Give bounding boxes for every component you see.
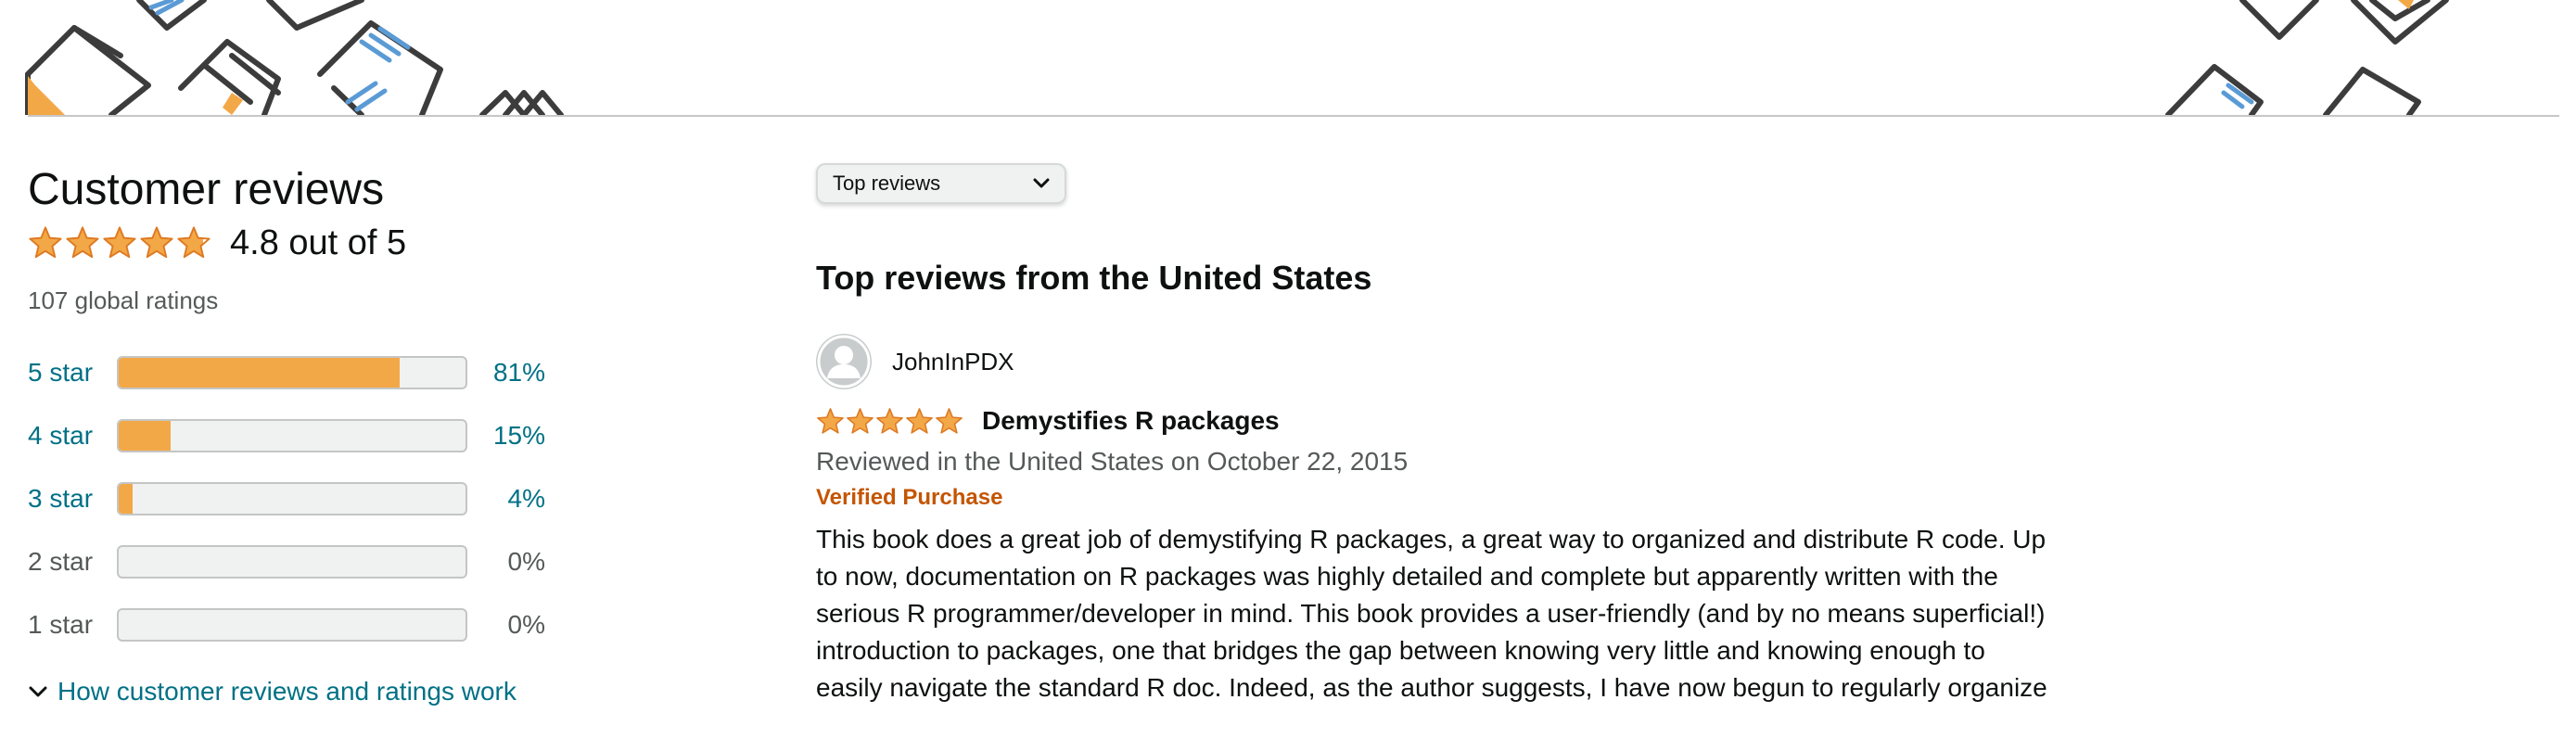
review-body: This book does a great job of demystifyi… (816, 521, 2086, 706)
reviews-summary: Customer reviews 4.8 out of 5 107 global… (28, 162, 584, 706)
top-reviews-heading: Top reviews from the United States (816, 259, 1372, 297)
chevron-down-icon (1033, 178, 1050, 188)
average-rating-row[interactable]: 4.8 out of 5 (28, 220, 584, 266)
review-date: Reviewed in the United States on October… (816, 447, 1409, 476)
histogram-row-2: 2 star 0% (28, 530, 584, 593)
histogram-bar (117, 608, 467, 642)
how-reviews-work-link[interactable]: How customer reviews and ratings work (28, 677, 584, 706)
how-reviews-work-text[interactable]: How customer reviews and ratings work (57, 677, 516, 706)
star-icon (847, 407, 874, 434)
review-title[interactable]: Demystifies R packages (982, 406, 1280, 436)
review-body-line: introduction to packages, one that bridg… (816, 636, 1985, 665)
histogram-bar[interactable] (117, 419, 467, 452)
reviewer-name[interactable]: JohnInPDX (892, 348, 1014, 376)
review-body-line: to now, documentation on R packages was … (816, 562, 1998, 591)
chevron-down-icon (29, 686, 47, 697)
avatar-silhouette-icon (817, 335, 871, 388)
sort-dropdown-value: Top reviews (833, 172, 941, 195)
star-icon (906, 407, 933, 434)
star-icon (936, 407, 963, 434)
review-title-row: Demystifies R packages (816, 402, 2086, 439)
review-rating-stars[interactable] (816, 407, 963, 436)
histogram-label[interactable]: 4 star (28, 421, 117, 451)
histogram-label: 1 star (28, 610, 94, 639)
reviewer-profile[interactable]: JohnInPDX (816, 332, 2086, 391)
histogram-percent: 0% (507, 547, 545, 576)
histogram-row-5[interactable]: 5 star 81% (28, 341, 584, 404)
average-rating-text: 4.8 out of 5 (230, 223, 407, 262)
review-body-line: This book does a great job of demystifyi… (816, 525, 2047, 554)
customer-reviews-heading: Customer reviews (28, 165, 385, 214)
histogram-label[interactable]: 3 star (28, 484, 117, 514)
histogram-label: 2 star (28, 547, 94, 576)
avatar[interactable] (816, 334, 872, 389)
star-icon (103, 226, 136, 259)
star-icon (177, 226, 210, 259)
rating-histogram: 5 star 81% 4 star 15% 3 star 4% 2 star 0… (28, 341, 584, 656)
histogram-label[interactable]: 5 star (28, 358, 117, 388)
book-pattern-left-icon (25, 0, 564, 115)
reviews-list: Top reviews Top reviews from the United … (816, 163, 2086, 706)
review-body-line: easily navigate the standard R doc. Inde… (816, 673, 2047, 702)
book-pattern-right-icon (2165, 0, 2449, 115)
average-rating-stars (28, 225, 211, 261)
histogram-percent[interactable]: 81% (467, 358, 545, 388)
star-icon (140, 226, 173, 259)
star-icon (817, 407, 844, 434)
histogram-bar (117, 545, 467, 579)
global-ratings-count: 107 global ratings (28, 286, 219, 314)
histogram-bar-fill (119, 358, 400, 388)
histogram-bar-fill (119, 484, 133, 514)
histogram-row-3[interactable]: 3 star 4% (28, 467, 584, 530)
histogram-row-1: 1 star 0% (28, 593, 584, 656)
histogram-bar-fill (119, 421, 172, 451)
sort-dropdown[interactable]: Top reviews (816, 163, 1066, 204)
histogram-bar[interactable] (117, 482, 467, 515)
histogram-row-4[interactable]: 4 star 15% (28, 404, 584, 467)
star-icon (876, 407, 903, 434)
review-body-line: serious R programmer/developer in mind. … (816, 599, 2046, 628)
book-pattern-banner (0, 0, 2576, 119)
banner-divider (28, 115, 2559, 117)
histogram-percent[interactable]: 15% (467, 421, 545, 451)
verified-purchase-badge[interactable]: Verified Purchase (816, 482, 2086, 514)
star-icon (29, 226, 62, 259)
histogram-percent[interactable]: 4% (467, 484, 545, 514)
histogram-percent: 0% (507, 610, 545, 639)
histogram-bar[interactable] (117, 356, 467, 389)
review-card: JohnInPDX Demystifies R packages Reviewe… (816, 332, 2086, 706)
star-icon (66, 226, 99, 259)
